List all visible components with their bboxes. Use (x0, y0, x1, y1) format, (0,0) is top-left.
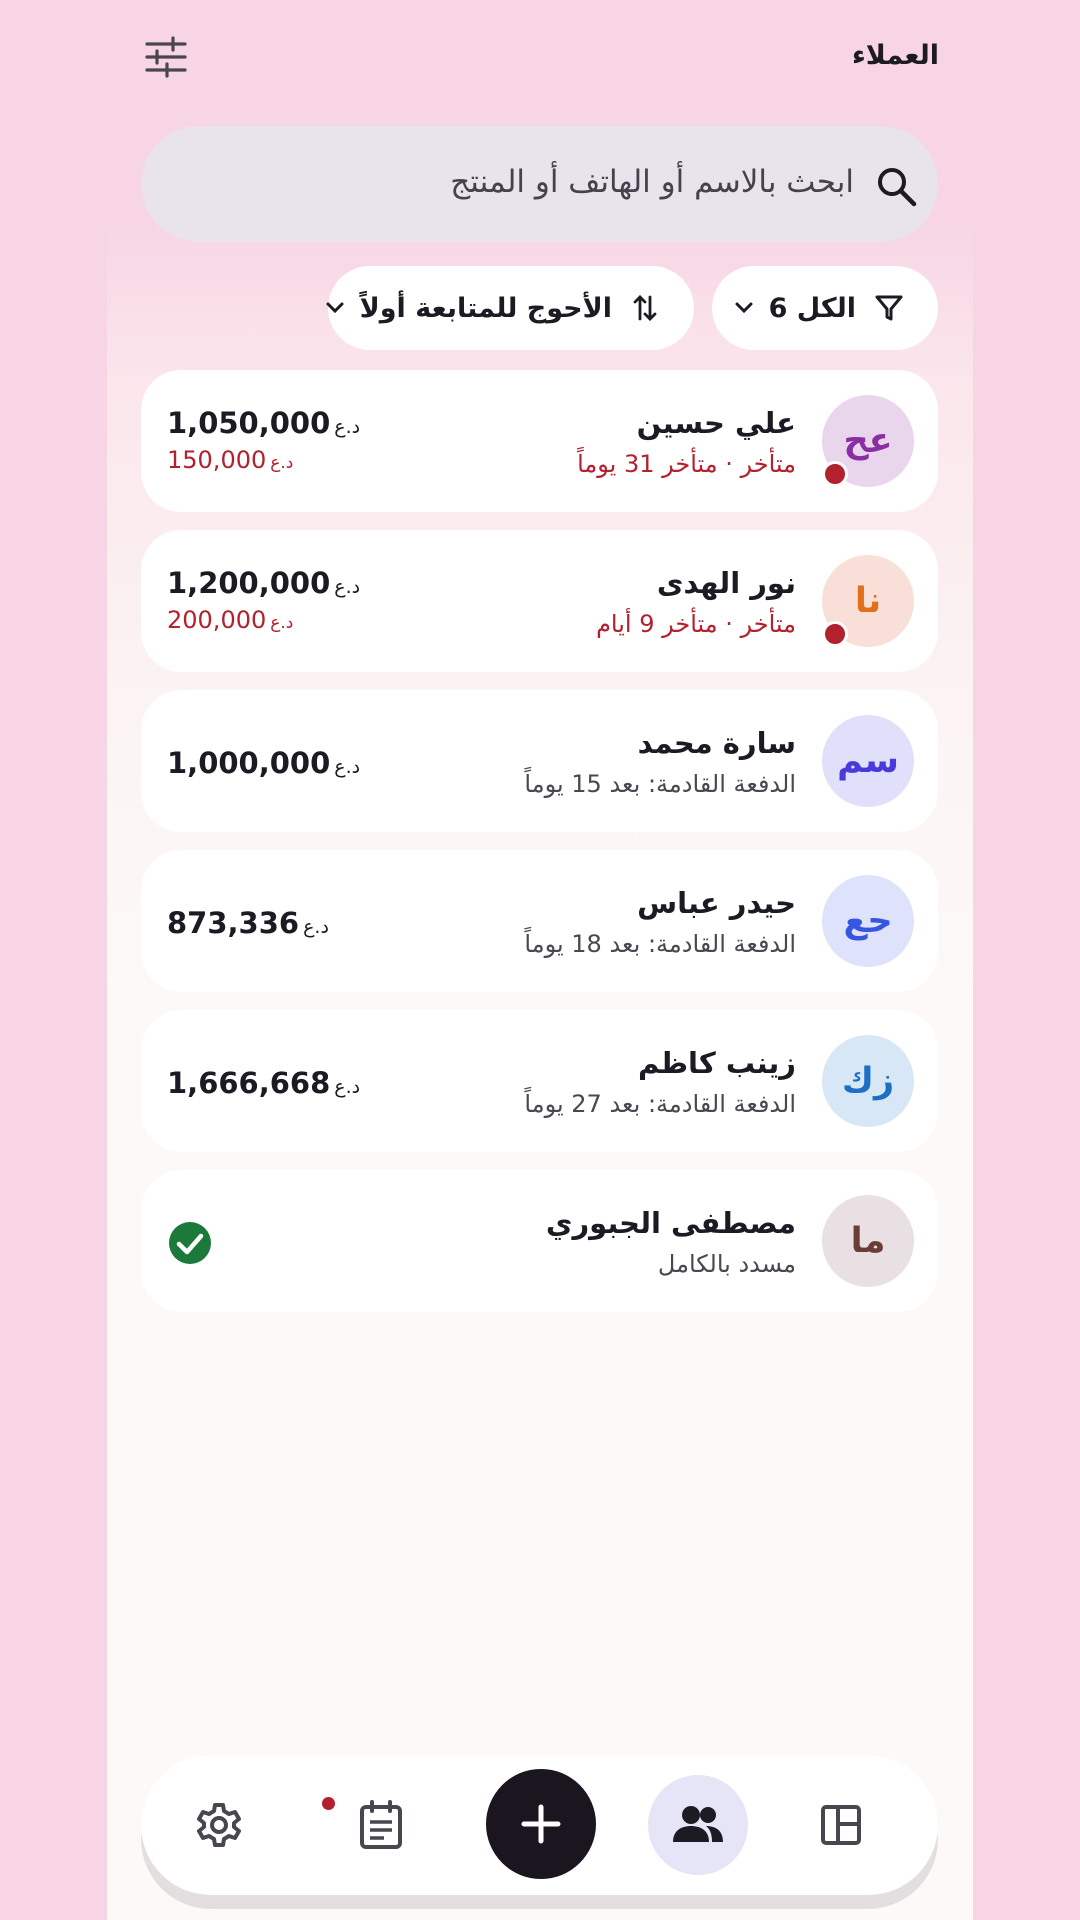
nav-settings[interactable] (184, 1790, 254, 1860)
customer-name: علي حسين (636, 406, 796, 440)
currency-label: د.ع (334, 756, 361, 778)
overdue-value: 200,000 (167, 606, 267, 634)
top-app-bar: العملاء (141, 22, 939, 94)
customer-card[interactable]: زك زينب كاظم الدفعة القادمة: بعد 27 يوماً د… (141, 1010, 938, 1152)
filter-chip[interactable]: الكل 6 (712, 266, 938, 350)
nav-customers[interactable] (648, 1775, 748, 1875)
total-amount: د.ع1,000,000 (167, 746, 360, 780)
tune-icon[interactable] (145, 36, 187, 78)
calendar-badge (322, 1797, 335, 1810)
total-amount: د.ع873,336 (167, 906, 329, 940)
customer-name: مصطفى الجبوري (545, 1206, 796, 1240)
avatar: حع (822, 875, 914, 967)
chevron-down-icon (735, 302, 753, 314)
customer-card[interactable]: حع حيدر عباس الدفعة القادمة: بعد 18 يوماً د… (141, 850, 938, 992)
customer-status: الدفعة القادمة: بعد 18 يوماً (524, 930, 796, 958)
overdue-value: 150,000 (167, 446, 267, 474)
nav-dashboard[interactable] (806, 1790, 876, 1860)
page-title: العملاء (851, 40, 939, 71)
avatar: ما (822, 1195, 914, 1287)
customer-status: مسدد بالكامل (657, 1250, 796, 1278)
currency-label: د.ع (334, 416, 361, 438)
amount-value: 1,200,000 (167, 566, 331, 600)
currency-label: د.ع (303, 916, 329, 938)
filter-icon (875, 295, 903, 321)
dashboard-icon (821, 1805, 861, 1845)
customer-name: حيدر عباس (637, 886, 796, 920)
settings-icon (197, 1803, 241, 1847)
late-indicator (822, 621, 848, 647)
customers-icon (673, 1806, 723, 1842)
customer-card[interactable]: نا نور الهدى متأخر · متأخر 9 أيام د.ع1,200,… (141, 530, 938, 672)
currency-label: د.ع (270, 613, 294, 633)
sort-icon (633, 295, 657, 321)
amount-value: 1,000,000 (167, 746, 331, 780)
customer-name: زينب كاظم (637, 1046, 796, 1080)
currency-label: د.ع (334, 576, 361, 598)
search-icon (878, 168, 917, 207)
customer-status: متأخر · متأخر 9 أيام (596, 610, 796, 638)
customer-name: نور الهدى (656, 566, 796, 600)
filter-chip-label: الكل 6 (768, 292, 856, 324)
search-bar[interactable]: ابحث بالاسم أو الهاتف أو المنتج (141, 126, 938, 242)
chevron-down-icon (326, 302, 344, 314)
overdue-amount: د.ع200,000 (167, 606, 293, 634)
currency-label: د.ع (270, 453, 294, 473)
currency-label: د.ع (334, 1076, 361, 1098)
avatar: سم (822, 715, 914, 807)
customer-name: سارة محمد (637, 726, 796, 760)
late-indicator (822, 461, 848, 487)
add-button[interactable] (486, 1769, 596, 1879)
amount-value: 1,666,668 (167, 1066, 331, 1100)
amount-value: 1,050,000 (167, 406, 331, 440)
customer-status: متأخر · متأخر 31 يوماً (577, 450, 796, 478)
add-icon (521, 1804, 561, 1844)
calendar-notes-icon (360, 1800, 402, 1849)
bottom-navigation (141, 1755, 938, 1895)
customer-card[interactable]: ما مصطفى الجبوري مسدد بالكامل (141, 1170, 938, 1312)
customer-status: الدفعة القادمة: بعد 15 يوماً (524, 770, 796, 798)
customer-card[interactable]: عح علي حسين متأخر · متأخر 31 يوماً د.ع1,050… (141, 370, 938, 512)
nav-calendar[interactable] (346, 1790, 416, 1860)
total-amount: د.ع1,200,000 (167, 566, 360, 600)
total-amount: د.ع1,050,000 (167, 406, 360, 440)
avatar: زك (822, 1035, 914, 1127)
customer-card[interactable]: سم سارة محمد الدفعة القادمة: بعد 15 يوماً د… (141, 690, 938, 832)
check-circle-icon (169, 1222, 211, 1264)
amount-value: 873,336 (167, 906, 300, 940)
overdue-amount: د.ع150,000 (167, 446, 293, 474)
search-input[interactable]: ابحث بالاسم أو الهاتف أو المنتج (450, 164, 854, 200)
sort-chip[interactable]: الأحوج للمتابعة أولاً (326, 266, 694, 350)
customer-status: الدفعة القادمة: بعد 27 يوماً (524, 1090, 796, 1118)
total-amount: د.ع1,666,668 (167, 1066, 360, 1100)
sort-chip-label: الأحوج للمتابعة أولاً (359, 292, 612, 324)
